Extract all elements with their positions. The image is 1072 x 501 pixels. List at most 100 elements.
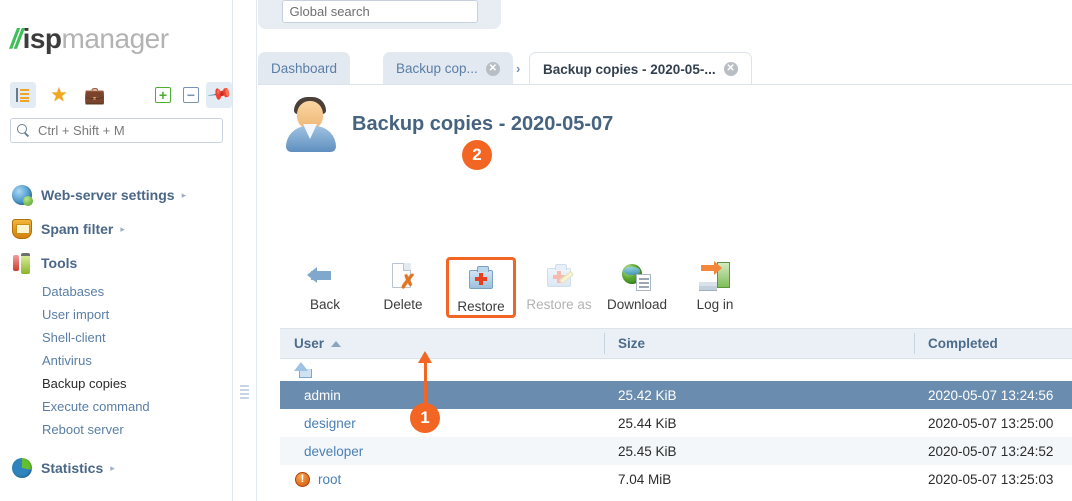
cell-completed: 2020-05-07 13:24:56: [928, 387, 1054, 403]
column-header-user[interactable]: User: [280, 328, 604, 359]
sort-ascending-icon: [331, 340, 342, 347]
sidebar-item-databases[interactable]: Databases: [0, 280, 233, 303]
logo-slashes-icon: //: [10, 23, 22, 54]
backups-table: User Size Completed admin 25.42 KiB 2020…: [280, 328, 1072, 493]
brand-logo[interactable]: //ispmanager: [10, 23, 169, 55]
toolbar-button-label: Restore as: [526, 297, 592, 312]
annotation-badge-1: 1: [410, 403, 440, 433]
ispmanager-window: //ispmanager ★ 💼 + − 📌 Ctrl + Shift + M …: [0, 0, 1072, 501]
favorites-star-icon[interactable]: ★: [46, 82, 72, 108]
download-icon: [620, 261, 654, 293]
table-row[interactable]: designer 25.44 KiB 2020-05-07 13:25:00: [280, 409, 1072, 437]
toolbar-button-label: Download: [606, 297, 668, 312]
tab-backup-copies-2020-05-07[interactable]: Backup copies - 2020-05-... ✕: [529, 52, 752, 85]
sidebar-section-label: Spam filter: [41, 221, 114, 237]
log-in-icon: [698, 261, 732, 293]
tab-label: Backup cop...: [396, 61, 478, 76]
globe-icon: [12, 185, 33, 206]
cell-size: 7.04 MiB: [618, 471, 672, 487]
toolbar-restore-button[interactable]: Restore: [446, 257, 516, 318]
sidebar-item-backup-copies[interactable]: Backup copies: [0, 372, 233, 395]
toolbar-button-label: Delete: [383, 297, 423, 312]
sidebar-section-label: Tools: [41, 255, 78, 271]
tab-close-icon[interactable]: ✕: [723, 62, 738, 76]
cell-user[interactable]: designer: [304, 416, 356, 431]
logo-manager-text: manager: [61, 23, 170, 54]
table-row[interactable]: admin 25.42 KiB 2020-05-07 13:24:56: [280, 381, 1072, 409]
sidebar-section-label: Web-server settings: [41, 187, 175, 203]
toolbar-button-label: Back: [309, 297, 340, 312]
collapse-all-icon[interactable]: −: [178, 82, 204, 108]
toolbar-back-button[interactable]: Back: [286, 257, 364, 312]
cell-size: 25.45 KiB: [618, 443, 677, 459]
tab-label: Backup copies - 2020-05-...: [543, 61, 716, 77]
cell-size: 25.44 KiB: [618, 415, 677, 431]
table-row[interactable]: ! root 7.04 MiB 2020-05-07 13:25:03: [280, 465, 1072, 493]
chevron-right-icon: ▸: [110, 462, 115, 473]
tab-bar: Dashboard Backup cop... ✕ › Backup copie…: [258, 50, 1072, 85]
toolbar-restore-as-button: Restore as: [520, 257, 598, 312]
column-header-label: Completed: [928, 336, 998, 351]
tab-close-icon[interactable]: ✕: [485, 61, 500, 76]
page-header: Backup copies - 2020-05-07: [280, 93, 613, 155]
global-search-container: [258, 0, 501, 29]
sidebar-nav: Web-server settings ▸ Spam filter ▸ Tool…: [0, 178, 233, 485]
shield-icon: [12, 219, 32, 239]
sidebar-search-input[interactable]: [36, 122, 216, 139]
toolbar-log-in-button[interactable]: Log in: [676, 257, 754, 312]
chevron-right-icon: ▸: [181, 189, 187, 200]
delete-icon: ✗: [386, 261, 420, 293]
clipboard-icon[interactable]: 💼: [82, 82, 108, 108]
tools-icon: [12, 253, 32, 274]
content-panel: Backup copies - 2020-05-07 Back ✗ Delete…: [258, 85, 1072, 501]
page-title: Backup copies - 2020-05-07: [352, 112, 614, 135]
up-folder-icon[interactable]: [294, 362, 312, 378]
restore-icon: [464, 263, 498, 295]
sidebar-item-user-import[interactable]: User import: [0, 303, 233, 326]
go-up-row[interactable]: [280, 359, 1072, 381]
toolbar-download-button[interactable]: Download: [598, 257, 676, 312]
sidebar-section-spam-filter[interactable]: Spam filter ▸: [0, 212, 233, 246]
column-header-size[interactable]: Size: [604, 328, 914, 359]
toolbar-delete-button[interactable]: ✗ Delete: [364, 257, 442, 312]
splitter-handle[interactable]: [240, 385, 249, 399]
warning-icon: !: [295, 471, 310, 487]
cell-completed: 2020-05-07 13:24:52: [928, 443, 1054, 459]
pie-chart-icon: [12, 458, 32, 478]
sidebar-section-statistics[interactable]: Statistics ▸: [0, 451, 233, 485]
expand-all-icon[interactable]: +: [150, 82, 176, 108]
avatar: [280, 93, 342, 155]
sidebar-item-shell-client[interactable]: Shell-client: [0, 326, 233, 349]
cell-completed: 2020-05-07 13:25:00: [928, 415, 1054, 431]
back-arrow-icon: [307, 261, 342, 293]
column-header-label: Size: [618, 336, 646, 351]
sidebar-section-web-server-settings[interactable]: Web-server settings ▸: [0, 178, 233, 212]
annotation-arrow-1: [418, 351, 432, 406]
logo-isp-text: isp: [22, 23, 62, 54]
column-header-completed[interactable]: Completed: [914, 328, 1072, 359]
tab-separator-icon: ›: [516, 61, 521, 76]
sidebar-icon-strip: ★ 💼 + − 📌: [10, 82, 232, 110]
sidebar-item-reboot-server[interactable]: Reboot server: [0, 418, 233, 441]
cell-user[interactable]: root: [318, 472, 341, 487]
search-icon: [17, 124, 30, 137]
sidebar-item-execute-command[interactable]: Execute command: [0, 395, 233, 418]
chevron-right-icon: ▸: [120, 223, 125, 234]
global-search-input[interactable]: [281, 0, 478, 23]
toolbar-button-label: Restore: [457, 299, 505, 314]
cell-user: admin: [304, 387, 341, 403]
tab-dashboard[interactable]: Dashboard: [258, 52, 351, 85]
sidebar-search-box[interactable]: [10, 118, 223, 143]
tab-backup-copies[interactable]: Backup cop... ✕: [383, 52, 513, 85]
sidebar-section-tools[interactable]: Tools: [0, 246, 233, 280]
column-header-label: User: [294, 336, 325, 351]
tree-view-icon[interactable]: [10, 82, 36, 108]
cell-user[interactable]: developer: [304, 444, 363, 459]
pin-icon[interactable]: 📌: [206, 82, 232, 108]
sidebar: //ispmanager ★ 💼 + − 📌 Ctrl + Shift + M …: [0, 0, 233, 501]
table-row[interactable]: developer 25.45 KiB 2020-05-07 13:24:52: [280, 437, 1072, 465]
tab-label: Dashboard: [271, 61, 338, 76]
sidebar-splitter[interactable]: [233, 0, 257, 501]
annotation-badge-2: 2: [462, 140, 492, 170]
sidebar-item-antivirus[interactable]: Antivirus: [0, 349, 233, 372]
